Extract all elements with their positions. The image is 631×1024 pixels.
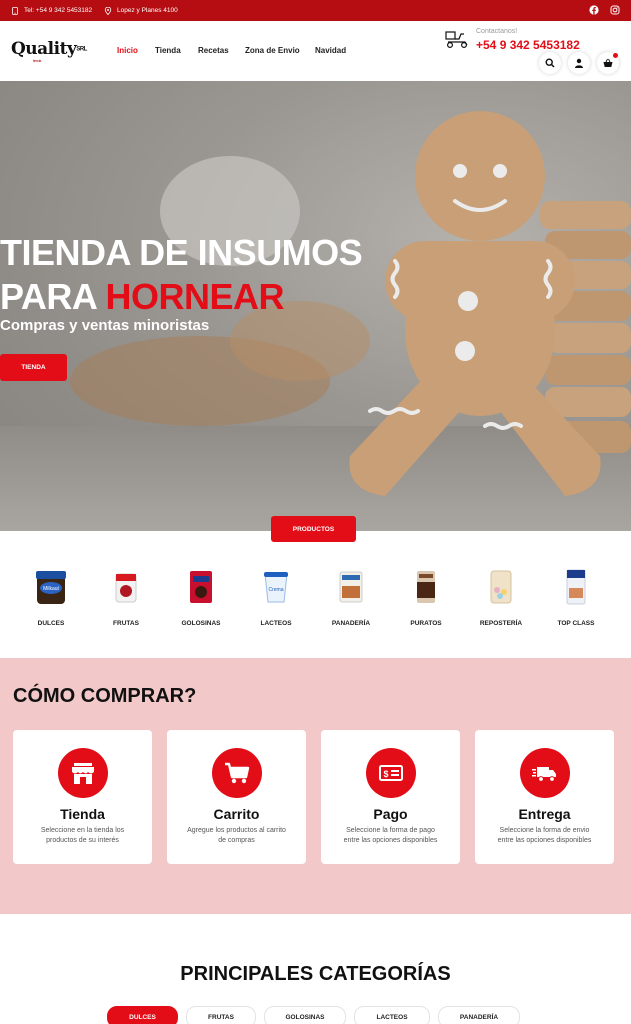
shopping-basket-icon [603, 58, 613, 67]
nav-zona-de-envio[interactable]: Zona de Envio [245, 46, 315, 55]
site-logo[interactable]: QualitySRL tienda [11, 39, 87, 63]
how-to-buy-title: CÓMO COMPRAR? [13, 685, 197, 707]
account-button[interactable] [568, 52, 590, 74]
delivery-truck-icon [531, 767, 556, 782]
nav-tienda[interactable]: Tienda [155, 46, 198, 55]
hero-subtitle: Compras y ventas minoristas [0, 317, 210, 334]
product-category-panaderia[interactable]: PANADERÍA [321, 568, 381, 627]
step-description: Seleccione la forma de pago entre las op… [343, 827, 438, 844]
product-category-reposteria[interactable]: REPOSTERÍA [471, 568, 531, 627]
product-label: GOLOSINAS [181, 620, 221, 627]
topbar-address[interactable]: Lopez y Planes 4100 [104, 0, 178, 21]
hero-title-line2-white: PARA [0, 276, 106, 317]
logo-text: Quality [11, 39, 77, 59]
step-icon-circle [519, 748, 570, 798]
step-card-pago[interactable]: $ Pago Seleccione la forma de pago entre… [321, 730, 460, 864]
svg-text:Crema: Crema [268, 587, 283, 593]
product-label: REPOSTERÍA [479, 620, 523, 627]
product-label: FRUTAS [113, 620, 139, 627]
nav-navidad[interactable]: Navidad [315, 46, 355, 55]
step-description: Agregue los productos al carrito de comp… [187, 827, 286, 844]
nav-recetas[interactable]: Recetas [198, 46, 245, 55]
hero-shop-button[interactable]: TIENDA [0, 354, 67, 381]
hero-title: TIENDA DE INSUMOS PARA HORNEAR [0, 231, 363, 319]
facebook-icon[interactable] [589, 5, 599, 15]
step-description: Seleccione en la tienda los productos de… [40, 827, 125, 844]
top-bar: Tel: +54 9 342 5453182 Lopez y Planes 41… [0, 0, 631, 21]
svg-text:$: $ [383, 769, 388, 779]
topbar-address-text: Lopez y Planes 4100 [117, 7, 178, 14]
step-icon-circle [211, 748, 262, 798]
step-icon-circle [57, 748, 108, 798]
contact-label: Contactanos! [476, 28, 518, 35]
product-label: TOP CLASS [557, 620, 595, 627]
bakery-mix-bag-image [339, 571, 363, 603]
step-title: Pago [373, 806, 408, 822]
store-icon [71, 763, 94, 784]
categories-title: PRINCIPALES CATEGORÍAS [180, 963, 451, 985]
products-button[interactable]: PRODUCTOS [271, 516, 356, 542]
location-pin-icon [104, 6, 112, 15]
logo-tagline: tienda [33, 58, 41, 63]
contact-block[interactable]: Contactanos! +54 9 342 5453182 [445, 28, 585, 56]
product-category-dulces[interactable]: Milkaut DULCES [21, 568, 81, 627]
topbar-phone-text: Tel: +54 9 342 5453182 [24, 7, 93, 14]
product-category-lacteos[interactable]: Crema LACTEOS [246, 568, 306, 627]
fruit-jar-image [115, 573, 137, 603]
category-tab-dulces[interactable]: DULCES [107, 1006, 178, 1024]
product-category-puratos[interactable]: PURATOS [396, 568, 456, 627]
chocolate-bag-image [417, 571, 435, 603]
candy-bag-image [190, 571, 212, 603]
cart-count-badge [613, 53, 618, 58]
nav-inicio[interactable]: Inicio [117, 46, 155, 55]
dulce-de-leche-jar-image: Milkaut [36, 571, 66, 604]
step-title: Entrega [518, 806, 571, 822]
hero-banner: TIENDA DE INSUMOS PARA HORNEAR Compras y… [0, 81, 631, 531]
category-tab-lacteos[interactable]: LACTEOS [354, 1006, 430, 1024]
instagram-icon[interactable] [610, 5, 620, 15]
phone-icon [12, 6, 18, 15]
hero-title-line1: TIENDA DE INSUMOS [0, 232, 363, 273]
step-icon-circle: $ [365, 748, 416, 798]
product-category-frutas[interactable]: FRUTAS [96, 568, 156, 627]
step-card-entrega[interactable]: Entrega Seleccione la forma de envio ent… [475, 730, 614, 864]
step-card-tienda[interactable]: Tienda Seleccione en la tienda los produ… [13, 730, 152, 864]
category-tab-panaderia[interactable]: PANADERÍA [438, 1006, 520, 1024]
cart-icon [224, 762, 249, 784]
user-icon [575, 58, 583, 68]
category-tab-frutas[interactable]: FRUTAS [186, 1006, 256, 1024]
step-card-carrito[interactable]: Carrito Agregue los productos al carrito… [167, 730, 306, 864]
category-tab-golosinas[interactable]: GOLOSINAS [264, 1006, 346, 1024]
logo-suffix: SRL [76, 46, 87, 53]
product-category-golosinas[interactable]: GOLOSINAS [171, 568, 231, 627]
dairy-cream-tub-image: Crema [264, 572, 288, 603]
main-nav: Inicio Tienda Recetas Zona de Envio Navi… [117, 46, 355, 55]
step-title: Tienda [60, 806, 105, 822]
contact-phone[interactable]: +54 9 342 5453182 [476, 38, 580, 52]
step-description: Seleccione la forma de envio entre las o… [497, 827, 592, 844]
site-header: QualitySRL tienda Inicio Tienda Recetas … [0, 21, 631, 81]
delivery-scooter-icon [445, 31, 468, 49]
payment-icon: $ [378, 765, 403, 781]
top-class-pack-image [566, 569, 586, 605]
product-label: PANADERÍA [331, 620, 371, 627]
topbar-phone[interactable]: Tel: +54 9 342 5453182 [11, 0, 92, 21]
search-icon [545, 58, 555, 68]
svg-text:Milkaut: Milkaut [43, 586, 59, 592]
product-label: LACTEOS [260, 620, 292, 627]
product-label: PURATOS [410, 620, 442, 627]
search-button[interactable] [539, 52, 561, 74]
hero-title-highlight: HORNEAR [105, 276, 285, 317]
pastry-decor-pack-image [490, 570, 512, 604]
product-label: DULCES [37, 620, 65, 627]
product-category-top-class[interactable]: TOP CLASS [546, 568, 606, 627]
cart-button[interactable] [597, 52, 619, 74]
how-to-buy-section: CÓMO COMPRAR? Tienda Seleccione en la ti… [0, 658, 631, 914]
step-title: Carrito [213, 806, 260, 822]
